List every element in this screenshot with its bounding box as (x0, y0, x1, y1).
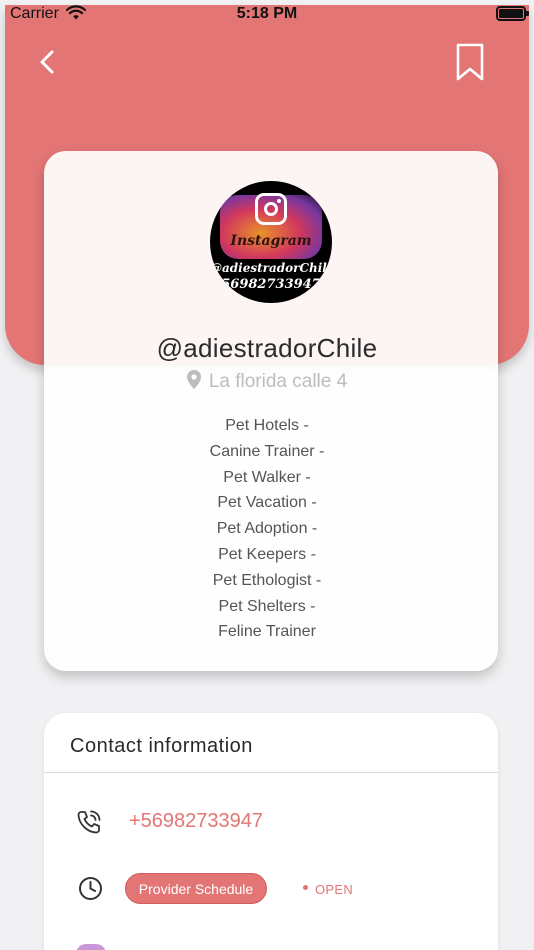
instagram-icon (255, 193, 287, 225)
clock-icon (79, 877, 102, 900)
service-item: Pet Vacation - (217, 494, 317, 512)
status-time: 5:18 PM (236, 5, 298, 22)
avatar-phone-text: 56982733947 (221, 277, 321, 292)
avatar-brand-text: Instagram (230, 233, 312, 249)
service-item: Feline Trainer (218, 623, 316, 641)
back-button[interactable] (34, 46, 64, 78)
location-pin-icon (186, 370, 201, 389)
services-list: Pet Hotels - Canine Trainer - Pet Walker… (0, 415, 534, 647)
contact-title: Contact information (70, 735, 253, 757)
service-item: Pet Keepers - (218, 545, 316, 563)
service-item: Pet Shelters - (218, 597, 316, 615)
bookmark-button[interactable] (454, 42, 486, 82)
next-row-icon (76, 944, 106, 950)
status-dot (303, 885, 308, 890)
profile-location: La florida calle 4 (0, 370, 534, 393)
profile-username: @adiestradorChile (156, 333, 378, 363)
service-item: Pet Walker - (223, 468, 311, 486)
service-item: Canine Trainer - (209, 442, 325, 460)
avatar-handle-text: @adiestradorChile (210, 261, 332, 275)
service-item: Pet Ethologist - (212, 571, 322, 589)
phone-icon (77, 810, 101, 834)
service-item: Pet Hotels - (225, 417, 309, 434)
contact-divider (44, 772, 498, 773)
bookmark-icon (456, 43, 484, 81)
chevron-left-icon (40, 50, 54, 74)
phone-number-link[interactable]: +56982733947 (129, 810, 263, 833)
avatar[interactable]: Instagram @adiestradorChile 56982733947 (210, 181, 332, 303)
provider-schedule-button[interactable]: Provider Schedule (125, 873, 267, 904)
service-item: Pet Adoption - (216, 520, 318, 538)
location-text: La florida calle 4 (208, 371, 348, 392)
status-bar: Carrier 5:18 PM (0, 0, 534, 28)
open-status-badge: OPEN (315, 882, 354, 897)
battery-icon (496, 6, 529, 21)
